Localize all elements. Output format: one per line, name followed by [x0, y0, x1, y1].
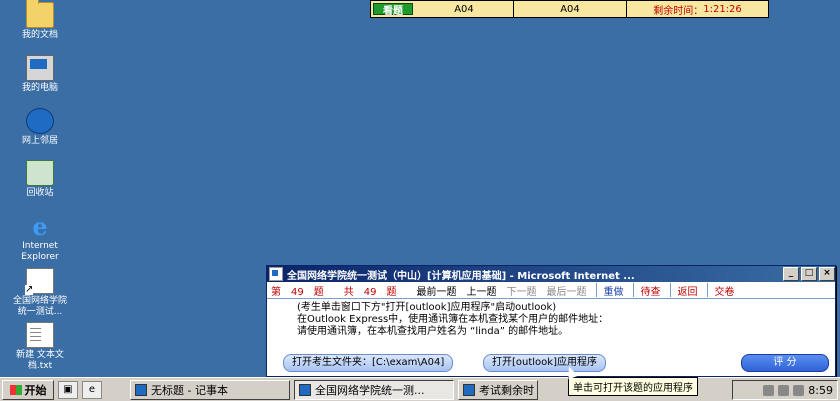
- desktop-icon-label: 统一测试...: [17, 307, 63, 317]
- clock[interactable]: 8:59: [808, 384, 833, 397]
- desktop-icon-label: 全国网络学院: [12, 296, 67, 306]
- desktop-icon-text-file[interactable]: 新建 文本文 档.txt: [2, 322, 78, 372]
- taskbar-button-timer[interactable]: 考试剩余时: [458, 379, 538, 400]
- desktop-icon-my-documents[interactable]: 我的文档: [2, 0, 78, 41]
- ie-quicklaunch-icon[interactable]: e: [82, 380, 102, 399]
- ie-window-icon: [269, 267, 283, 281]
- question-nav: 第 49 题 共 49 题 最前一题 上一题 下一题 最后一题 重做 待查 返回 交卷: [267, 282, 835, 299]
- ie-window-icon: [299, 383, 311, 396]
- show-desktop-icon[interactable]: ▣: [58, 380, 78, 399]
- exam-window-titlebar[interactable]: 全国网络学院统一测试（中山）[计算机应用基础] - Microsoft Inte…: [267, 266, 835, 282]
- nav-divider: [670, 283, 672, 297]
- desktop-icon-label: 新建 文本文: [16, 350, 64, 360]
- timer-value: 1:21:26: [703, 3, 742, 15]
- text-file-icon: [26, 322, 54, 348]
- open-outlook-button[interactable]: 打开[outlook]应用程序: [483, 354, 606, 372]
- exam-code-field: A04: [415, 1, 514, 17]
- timer-window-icon: [463, 383, 475, 396]
- start-button[interactable]: 开始: [2, 379, 54, 400]
- current-question: 第 49 题: [271, 283, 334, 298]
- action-buttons: 打开考生文件夹：[C:\exam\A04] 打开[outlook]应用程序 评 …: [283, 354, 829, 372]
- desktop-icon-internet-explorer[interactable]: e Internet Explorer: [2, 215, 78, 263]
- question-line-2: 在Outlook Express中，使用通讯簿在本机查找某个用户的邮件地址：: [297, 314, 609, 325]
- nav-divider: [707, 283, 709, 297]
- exam-window: 全国网络学院统一测试（中山）[计算机应用基础] - Microsoft Inte…: [266, 265, 836, 377]
- taskbar: 开始 ▣ e 无标题 - 记事本 全国网络学院统一测... 考试剩余时 8:59: [0, 377, 840, 401]
- minimize-button[interactable]: _: [783, 267, 799, 281]
- notepad-icon: [135, 383, 147, 396]
- volume-tray-icon[interactable]: [778, 384, 790, 396]
- last-question-link[interactable]: 最后一题: [546, 283, 586, 298]
- desktop-icon-label: 回收站: [26, 188, 54, 198]
- prev-question-link[interactable]: 上一题: [466, 283, 496, 298]
- back-link[interactable]: 返回: [677, 283, 697, 298]
- tooltip: 单击可打开该题的应用程序: [568, 377, 698, 396]
- task-label: 无标题 - 记事本: [151, 383, 228, 397]
- network-icon: [26, 108, 54, 134]
- current-num: 49: [291, 286, 304, 298]
- question-text: (考生单击窗口下方"打开[outlook]应用程序"启动outlook) 在Ou…: [267, 299, 835, 338]
- window-title: 全国网络学院统一测试（中山）[计算机应用基础] - Microsoft Inte…: [287, 270, 635, 282]
- total-num: 49: [363, 286, 377, 298]
- total-label: 共: [343, 286, 354, 298]
- my-computer-icon: [26, 55, 54, 81]
- current-label: 第: [271, 286, 281, 298]
- input-method-tray-icon[interactable]: [793, 384, 805, 396]
- desktop-icon-label: 我的电脑: [21, 83, 58, 93]
- recycle-bin-icon: [26, 160, 54, 186]
- score-button[interactable]: 评 分: [741, 354, 829, 372]
- next-question-link[interactable]: 下一题: [506, 283, 536, 298]
- close-button[interactable]: ×: [819, 267, 835, 281]
- task-label: 全国网络学院统一测...: [315, 383, 425, 397]
- desktop-icon-my-computer[interactable]: 我的电脑: [2, 55, 78, 94]
- taskbar-button-exam[interactable]: 全国网络学院统一测...: [294, 379, 454, 400]
- desktop-icon-label: 我的文档: [21, 30, 58, 40]
- question-line-3: 请使用通讯簿，在本机查找用户姓名为 “linda” 的邮件地址。: [297, 326, 569, 337]
- redo-link[interactable]: 重做: [603, 283, 623, 298]
- task-label: 考试剩余时: [479, 383, 534, 397]
- open-student-folder-button[interactable]: 打开考生文件夹：[C:\exam\A04]: [283, 354, 454, 372]
- look-question-button[interactable]: 看题: [373, 3, 413, 17]
- nav-divider: [633, 283, 635, 297]
- desktop-icon-label: 档.txt: [27, 361, 53, 371]
- exam-status-bar: 看题 A04 A04 剩余时间： 1:21:26: [370, 0, 769, 18]
- desktop-icon-label: Internet: [22, 241, 58, 251]
- total-questions: 共 49 题: [344, 283, 407, 298]
- system-tray: 8:59: [732, 380, 838, 400]
- desktop-icon-label: Explorer: [21, 252, 59, 262]
- question-line-1: (考生单击窗口下方"打开[outlook]应用程序"启动outlook): [297, 302, 557, 313]
- documents-folder-icon: [26, 0, 54, 28]
- network-tray-icon[interactable]: [763, 384, 775, 396]
- desktop-icon-label: 网上邻居: [21, 136, 58, 146]
- ie-icon: e: [32, 212, 48, 241]
- first-question-link[interactable]: 最前一题: [416, 283, 456, 298]
- remaining-time: 剩余时间： 1:21:26: [627, 1, 768, 17]
- submit-link[interactable]: 交卷: [714, 283, 734, 298]
- nav-divider: [596, 283, 598, 297]
- shortcut-icon: [25, 268, 54, 295]
- review-link[interactable]: 待查: [640, 283, 660, 298]
- desktop-icon-exam-shortcut[interactable]: 全国网络学院 统一测试...: [2, 268, 78, 318]
- current-unit: 题: [313, 286, 324, 298]
- desktop-icon-recycle-bin[interactable]: 回收站: [2, 160, 78, 199]
- start-label: 开始: [24, 383, 47, 397]
- exam-code-field-2: A04: [514, 1, 627, 17]
- desktop-icon-network[interactable]: 网上邻居: [2, 108, 78, 147]
- windows-logo-icon: [9, 384, 22, 395]
- timer-label: 剩余时间：: [653, 5, 704, 17]
- maximize-button[interactable]: □: [801, 267, 817, 281]
- total-unit: 题: [386, 286, 397, 298]
- taskbar-button-notepad[interactable]: 无标题 - 记事本: [130, 379, 290, 400]
